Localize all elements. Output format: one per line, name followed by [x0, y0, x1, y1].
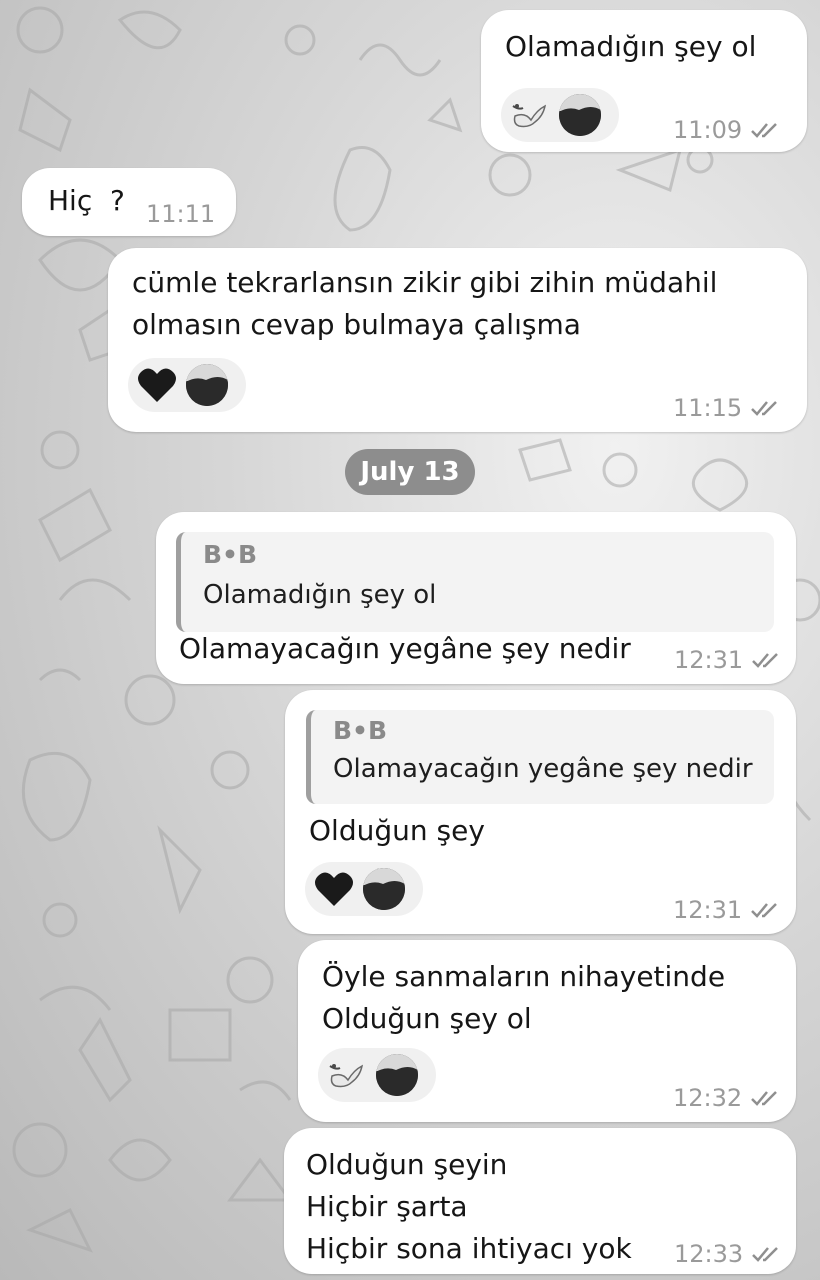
- double-check-icon: [752, 1247, 779, 1262]
- reply-author: B•B: [333, 716, 388, 745]
- reactions-bar[interactable]: [318, 1048, 436, 1102]
- message-bubble-outgoing[interactable]: B•B Olamadığın şey ol Olamayacağın yegân…: [156, 512, 796, 684]
- avatar: [363, 868, 405, 910]
- avatar: [559, 94, 601, 136]
- black-heart-icon: [136, 364, 178, 406]
- reactions-bar[interactable]: [128, 358, 246, 412]
- reactions-bar[interactable]: [501, 88, 619, 142]
- message-bubble-incoming[interactable]: Hiç ? 11:11: [22, 168, 236, 236]
- reply-text: Olamayacağın yegâne şey nedir: [333, 754, 753, 784]
- message-bubble-outgoing[interactable]: cümle tekrarlansın zikir gibi zihin müda…: [108, 248, 807, 432]
- message-text: Olduğun şeyin Hiçbir şarta Hiçbir sona i…: [306, 1148, 632, 1265]
- double-check-icon: [751, 123, 778, 138]
- reply-author: B•B: [203, 540, 258, 569]
- message-text: Olduğun şey: [309, 814, 485, 847]
- message-text: Olamayacağın yegâne şey nedir: [179, 632, 631, 665]
- reply-quote[interactable]: B•B Olamayacağın yegâne şey nedir: [306, 710, 774, 804]
- message-time: 12:31: [674, 646, 783, 674]
- message-time: 11:09: [673, 116, 782, 144]
- black-heart-icon: [313, 868, 355, 910]
- message-time: 11:11: [146, 200, 216, 228]
- dove-icon: [326, 1054, 368, 1096]
- double-check-icon: [751, 401, 778, 416]
- message-time: 12:31: [673, 896, 782, 924]
- double-check-icon: [752, 653, 779, 668]
- avatar: [376, 1054, 418, 1096]
- message-text: Öyle sanmaların nihayetinde Olduğun şey …: [322, 960, 726, 1035]
- message-bubble-outgoing[interactable]: B•B Olamayacağın yegâne şey nedir Olduğu…: [285, 690, 796, 934]
- message-text: Hiç ?: [48, 184, 125, 217]
- message-text: Olamadığın şey ol: [505, 30, 757, 63]
- reactions-bar[interactable]: [305, 862, 423, 916]
- message-time: 11:15: [673, 394, 782, 422]
- message-time: 12:32: [673, 1084, 782, 1112]
- dove-icon: [509, 94, 551, 136]
- double-check-icon: [751, 1091, 778, 1106]
- message-text: cümle tekrarlansın zikir gibi zihin müda…: [132, 266, 718, 341]
- avatar: [186, 364, 228, 406]
- message-bubble-outgoing[interactable]: Olamadığın şey ol 11:09: [481, 10, 807, 152]
- reply-quote[interactable]: B•B Olamadığın şey ol: [176, 532, 774, 632]
- message-time: 12:33: [674, 1240, 783, 1268]
- message-bubble-outgoing[interactable]: Öyle sanmaların nihayetinde Olduğun şey …: [298, 940, 796, 1122]
- message-bubble-outgoing[interactable]: Olduğun şeyin Hiçbir şarta Hiçbir sona i…: [284, 1128, 796, 1274]
- reply-text: Olamadığın şey ol: [203, 580, 437, 610]
- double-check-icon: [751, 903, 778, 918]
- date-separator: July 13: [345, 449, 475, 495]
